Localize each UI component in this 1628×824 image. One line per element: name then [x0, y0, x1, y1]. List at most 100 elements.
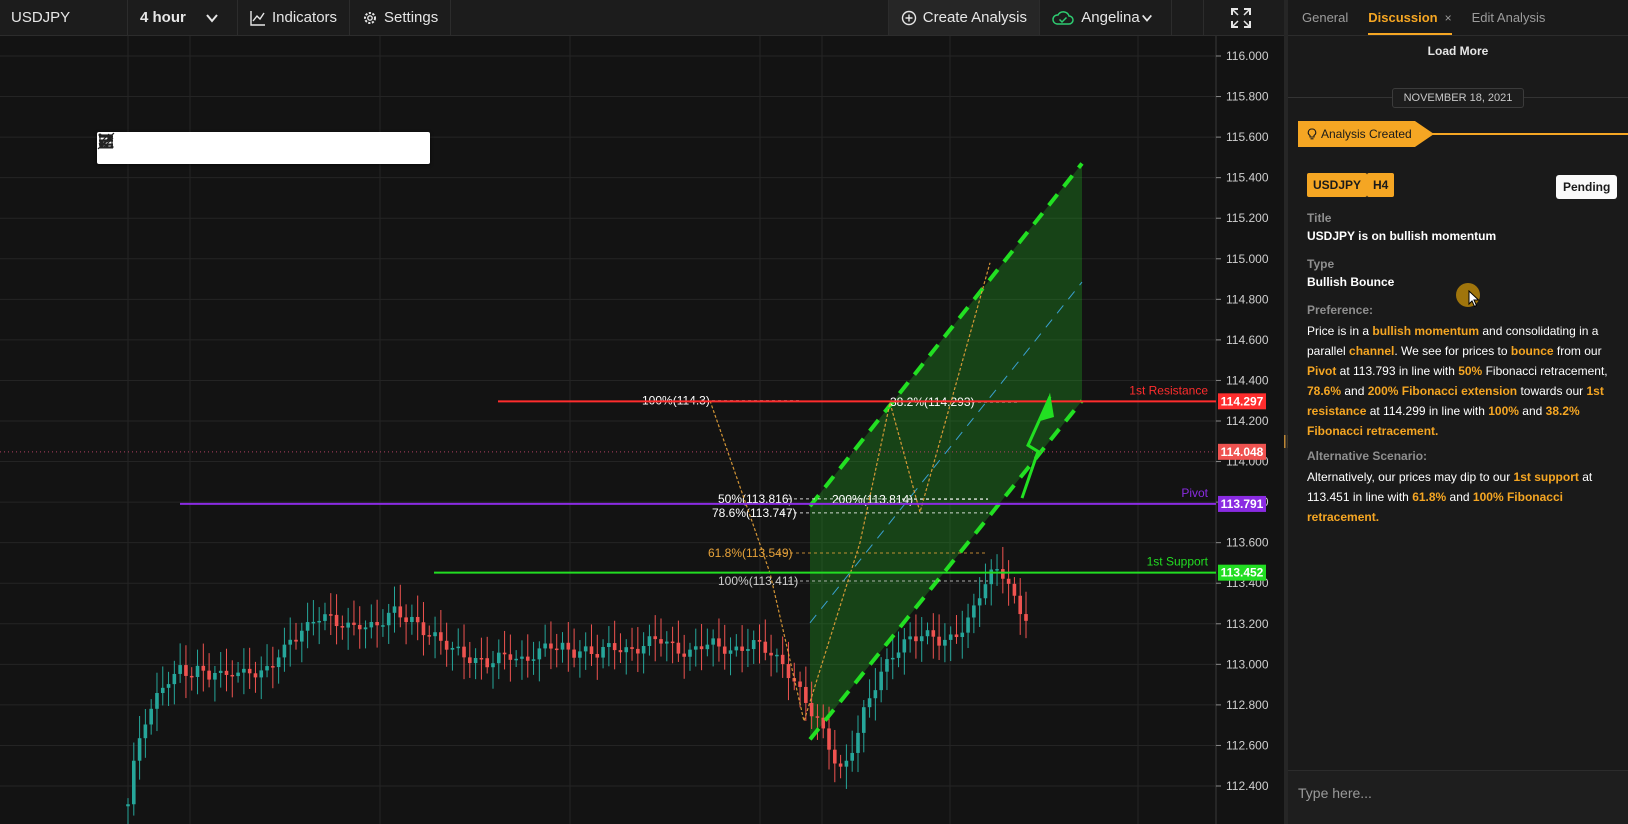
type-label: Type [1307, 257, 1335, 271]
candle-body [166, 684, 171, 688]
level-name: 1st Resistance [1129, 383, 1208, 397]
mouse-cursor-icon [1468, 290, 1480, 308]
candle-body [665, 641, 669, 644]
close-icon[interactable]: × [1445, 11, 1452, 25]
load-more-button[interactable]: Load More [1288, 44, 1628, 58]
candle-body [954, 634, 959, 638]
candle-body [375, 622, 379, 626]
candle-body [902, 639, 907, 653]
horizontal-ray-tool[interactable] [99, 132, 195, 164]
candle-body [775, 654, 779, 657]
candle-body [583, 646, 588, 652]
candle-body [213, 672, 217, 680]
indicators-button[interactable]: Indicators [238, 0, 351, 35]
user-menu[interactable]: Angelina [1040, 0, 1172, 35]
price-chart[interactable]: 116.000 115.800 115.600 115.400 115.200 115.0… [0, 36, 1284, 824]
candle-body [554, 648, 559, 651]
candle-body [265, 666, 269, 671]
candle-body [607, 643, 611, 647]
tab-edit-analysis[interactable]: Edit Analysis [1472, 0, 1546, 35]
preference-text: Price is in a bullish momentum and conso… [1307, 324, 1608, 438]
candle-body [995, 569, 999, 571]
title-label: Title [1307, 211, 1332, 225]
price-tick-label: 116.000 [1226, 49, 1269, 63]
parallel-channel-tool[interactable] [98, 132, 385, 164]
tab-general-label: General [1302, 10, 1349, 25]
level-name: 1st Support [1147, 555, 1209, 569]
tab-general[interactable]: General [1302, 0, 1348, 35]
interval-label: 4 hour [140, 9, 186, 26]
candle-body [676, 642, 681, 654]
price-tick-label: 114.200 [1226, 414, 1269, 428]
trend-line-tool[interactable] [99, 132, 233, 164]
settings-button[interactable]: Settings [350, 0, 452, 35]
price-tick-label: 115.600 [1226, 130, 1269, 144]
date-chip: NOVEMBER 18, 2021 [1392, 88, 1524, 108]
candle-body [722, 646, 727, 654]
create-analysis-label: Create Analysis [922, 9, 1027, 26]
chat-input[interactable] [1288, 777, 1628, 809]
candle-body [305, 622, 310, 631]
candle-body [479, 658, 484, 660]
candle-body [850, 752, 854, 761]
tab-discussion[interactable]: Discussion × [1368, 0, 1453, 35]
candle-body [282, 644, 287, 658]
candle-body [323, 614, 327, 621]
fibonacci-tool[interactable] [99, 132, 347, 164]
price-tick-label: 115.200 [1226, 211, 1269, 225]
candle-body [815, 716, 820, 718]
price-tick-label: 115.800 [1226, 90, 1269, 104]
candle-body [392, 606, 397, 613]
candle-body [450, 647, 455, 650]
candle-body [439, 632, 443, 641]
panel-tabs: General Discussion × Edit Analysis [1288, 0, 1628, 36]
ray-line-tool[interactable] [99, 132, 271, 164]
candle-body [879, 671, 883, 691]
rectangle-tool[interactable] [98, 132, 423, 164]
candle-body [919, 636, 924, 642]
alternative-text: Alternatively, our prices may dip to our… [1307, 470, 1593, 524]
candle-body [398, 606, 403, 618]
level-price-label: 113.791 [1221, 497, 1264, 511]
candle-body [983, 584, 988, 599]
candle-body [572, 649, 576, 658]
candle-body [525, 656, 530, 661]
candle-body [230, 674, 235, 677]
candle-body [491, 663, 495, 668]
candle-body [925, 630, 930, 637]
candle-body [508, 654, 513, 660]
candle-body [485, 658, 489, 668]
candle-body [381, 625, 385, 627]
settings-label: Settings [384, 9, 439, 26]
candle-body [763, 641, 768, 653]
create-analysis-button[interactable]: Create Analysis [888, 0, 1040, 35]
candle-body [630, 647, 634, 649]
candle-body [977, 598, 982, 606]
horizontal-lines-tool[interactable] [99, 132, 157, 164]
candle-body [693, 646, 698, 650]
candle-body [624, 647, 629, 653]
extended-line-tool[interactable] [97, 132, 309, 164]
candle-body [201, 665, 206, 671]
candle-body [520, 656, 524, 659]
candle-body [966, 617, 970, 633]
candle-body [468, 657, 472, 664]
candle-body [311, 621, 316, 624]
candle-body [462, 646, 466, 658]
drawing-toolbar [97, 132, 430, 164]
chat-box [1288, 770, 1628, 824]
candle-body [972, 605, 976, 618]
symbol-label: USDJPY [11, 9, 71, 26]
candle-body [224, 670, 229, 675]
interval-dropdown[interactable]: 4 hour [128, 0, 238, 35]
candle-body [352, 622, 356, 625]
fullscreen-button[interactable] [1204, 0, 1284, 35]
candle-body [328, 614, 333, 616]
fib-label: 100%(113.411) [718, 574, 798, 588]
candle-body [1012, 583, 1017, 596]
analysis-details: Title USDJPY is on bullish momentum Type… [1307, 211, 1609, 533]
candle-body [751, 640, 756, 650]
candle-body [937, 636, 941, 646]
price-tick-label: 114.400 [1226, 373, 1269, 387]
symbol-selector[interactable]: USDJPY [0, 0, 128, 35]
